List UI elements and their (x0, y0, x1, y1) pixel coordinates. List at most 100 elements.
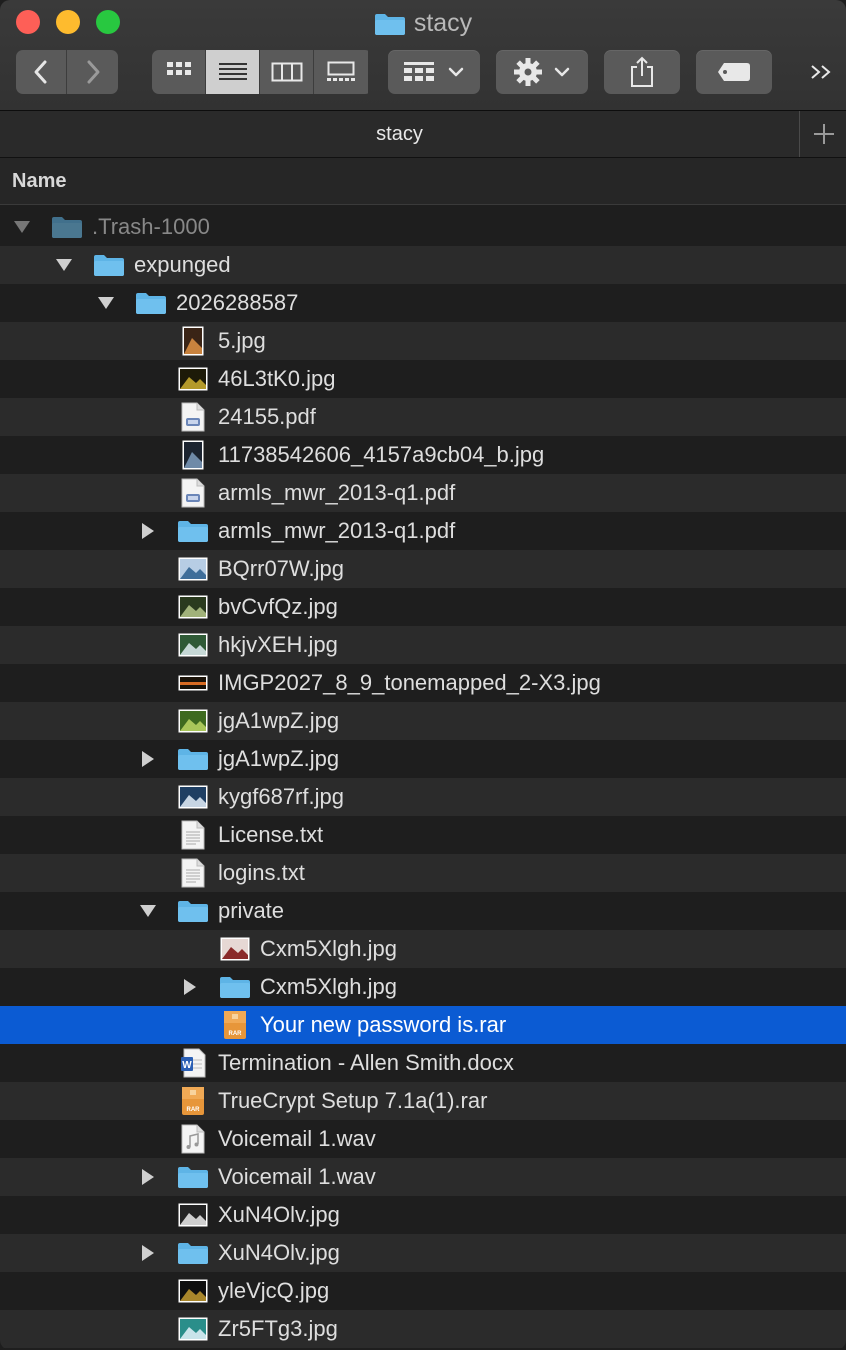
file-row[interactable]: BQrr07W.jpg (0, 550, 846, 588)
chevron-down-icon (448, 67, 464, 77)
svg-text:RAR: RAR (187, 1107, 201, 1113)
folder-icon (218, 968, 252, 1006)
new-tab-button[interactable] (801, 111, 846, 157)
file-name-label: 24155.pdf (218, 404, 316, 429)
file-row[interactable]: hkjvXEH.jpg (0, 626, 846, 664)
folder-icon (134, 284, 168, 322)
image-thumbnail-icon (176, 778, 210, 816)
disclosure-triangle-open-icon[interactable] (12, 208, 32, 246)
file-name-label: jgA1wpZ.jpg (218, 746, 340, 771)
group-by-button[interactable] (388, 50, 480, 94)
file-row[interactable]: logins.txt (0, 854, 846, 892)
column-view-button[interactable] (260, 50, 314, 94)
gallery-icon (327, 61, 355, 81)
file-name-label: 5.jpg (218, 328, 266, 353)
file-name-label: Zr5FTg3.jpg (218, 1316, 338, 1341)
file-name-label: XuN4Olv.jpg (218, 1240, 340, 1265)
file-row[interactable]: License.txt (0, 816, 846, 854)
word-document-icon: W (176, 1044, 210, 1082)
file-row[interactable]: Voicemail 1.wav (0, 1120, 846, 1158)
disclosure-triangle-closed-icon[interactable] (180, 968, 200, 1006)
group-grid-icon (404, 62, 434, 81)
file-name-label: IMGP2027_8_9_tonemapped_2-X3.jpg (218, 670, 601, 695)
tags-button[interactable] (696, 50, 772, 94)
pdf-file-icon (176, 474, 210, 512)
file-row[interactable]: armls_mwr_2013-q1.pdf (0, 474, 846, 512)
folder-row[interactable]: armls_mwr_2013-q1.pdf (0, 512, 846, 550)
columns-icon (271, 62, 302, 82)
file-row[interactable]: yleVjcQ.jpg (0, 1272, 846, 1310)
view-mode-control (152, 50, 372, 94)
chevron-double-right-icon (811, 65, 831, 79)
file-row[interactable]: jgA1wpZ.jpg (0, 702, 846, 740)
forward-button[interactable] (67, 50, 118, 94)
disclosure-triangle-closed-icon[interactable] (138, 740, 158, 778)
list-icon (218, 63, 247, 80)
file-row[interactable]: XuN4Olv.jpg (0, 1196, 846, 1234)
gear-icon (514, 58, 542, 86)
action-button[interactable] (496, 50, 588, 94)
file-name-label: logins.txt (218, 860, 305, 885)
file-list: .Trash-1000 expunged 2026288587 5.jpg 46L3tK… (0, 208, 846, 1348)
image-thumbnail-icon (176, 702, 210, 740)
folder-row[interactable]: XuN4Olv.jpg (0, 1234, 846, 1272)
disclosure-triangle-closed-icon[interactable] (138, 1158, 158, 1196)
file-row[interactable]: kygf687rf.jpg (0, 778, 846, 816)
file-name-label: expunged (134, 252, 231, 277)
file-name-label: armls_mwr_2013-q1.pdf (218, 518, 456, 543)
file-row[interactable]: 5.jpg (0, 322, 846, 360)
svg-text:RAR: RAR (229, 1031, 243, 1037)
disclosure-triangle-closed-icon[interactable] (138, 1234, 158, 1272)
folder-row[interactable]: expunged (0, 246, 846, 284)
folder-row[interactable]: private (0, 892, 846, 930)
disclosure-triangle-closed-icon[interactable] (138, 512, 158, 550)
file-row[interactable]: Cxm5Xlgh.jpg (0, 930, 846, 968)
folder-row[interactable]: Cxm5Xlgh.jpg (0, 968, 846, 1006)
file-name-label: 11738542606_4157a9cb04_b.jpg (218, 442, 545, 467)
image-thumbnail-icon (176, 1272, 210, 1310)
file-name-label: Voicemail 1.wav (218, 1164, 376, 1189)
finder-window: stacy stacy Name .Trash-1000 expunged 20… (0, 0, 846, 1350)
image-thumbnail-icon (176, 322, 210, 360)
back-button[interactable] (16, 50, 67, 94)
file-name-label: BQrr07W.jpg (218, 556, 344, 581)
icon-view-button[interactable] (152, 50, 206, 94)
file-name-label: Cxm5Xlgh.jpg (260, 936, 397, 961)
folder-row[interactable]: .Trash-1000 (0, 208, 846, 246)
file-name-label: bvCvfQz.jpg (218, 594, 338, 619)
image-thumbnail-icon (176, 550, 210, 588)
folder-icon (176, 892, 210, 930)
folder-row[interactable]: 2026288587 (0, 284, 846, 322)
folder-icon (50, 208, 84, 246)
file-row[interactable]: 11738542606_4157a9cb04_b.jpg (0, 436, 846, 474)
file-name-label: XuN4Olv.jpg (218, 1202, 340, 1227)
file-row[interactable]: RAR TrueCrypt Setup 7.1a(1).rar (0, 1082, 846, 1120)
file-name-label: TrueCrypt Setup 7.1a(1).rar (218, 1088, 488, 1113)
file-name-label: Termination - Allen Smith.docx (218, 1050, 514, 1075)
file-name-label: kygf687rf.jpg (218, 784, 344, 809)
share-button[interactable] (604, 50, 680, 94)
file-row[interactable]: 24155.pdf (0, 398, 846, 436)
list-view-button[interactable] (206, 50, 260, 94)
file-row[interactable]: W Termination - Allen Smith.docx (0, 1044, 846, 1082)
file-row[interactable]: RAR Your new password is.rar (0, 1006, 846, 1044)
disclosure-triangle-open-icon[interactable] (138, 892, 158, 930)
disclosure-triangle-open-icon[interactable] (96, 284, 116, 322)
folder-row[interactable]: Voicemail 1.wav (0, 1158, 846, 1196)
file-row[interactable]: IMGP2027_8_9_tonemapped_2-X3.jpg (0, 664, 846, 702)
gallery-view-button[interactable] (314, 50, 368, 94)
disclosure-triangle-open-icon[interactable] (54, 246, 74, 284)
name-column-header[interactable]: Name (12, 158, 66, 204)
chevron-right-icon (87, 60, 99, 84)
toolbar-overflow-button[interactable] (800, 50, 844, 94)
file-row[interactable]: bvCvfQz.jpg (0, 588, 846, 626)
column-header[interactable]: Name (0, 158, 846, 205)
file-name-label: private (218, 898, 285, 923)
folder-icon (374, 11, 406, 45)
file-name-label: yleVjcQ.jpg (218, 1278, 330, 1303)
folder-row[interactable]: jgA1wpZ.jpg (0, 740, 846, 778)
tab-stacy[interactable]: stacy (0, 111, 800, 157)
file-row[interactable]: 46L3tK0.jpg (0, 360, 846, 398)
navigation-buttons (16, 50, 118, 94)
file-row[interactable]: Zr5FTg3.jpg (0, 1310, 846, 1348)
